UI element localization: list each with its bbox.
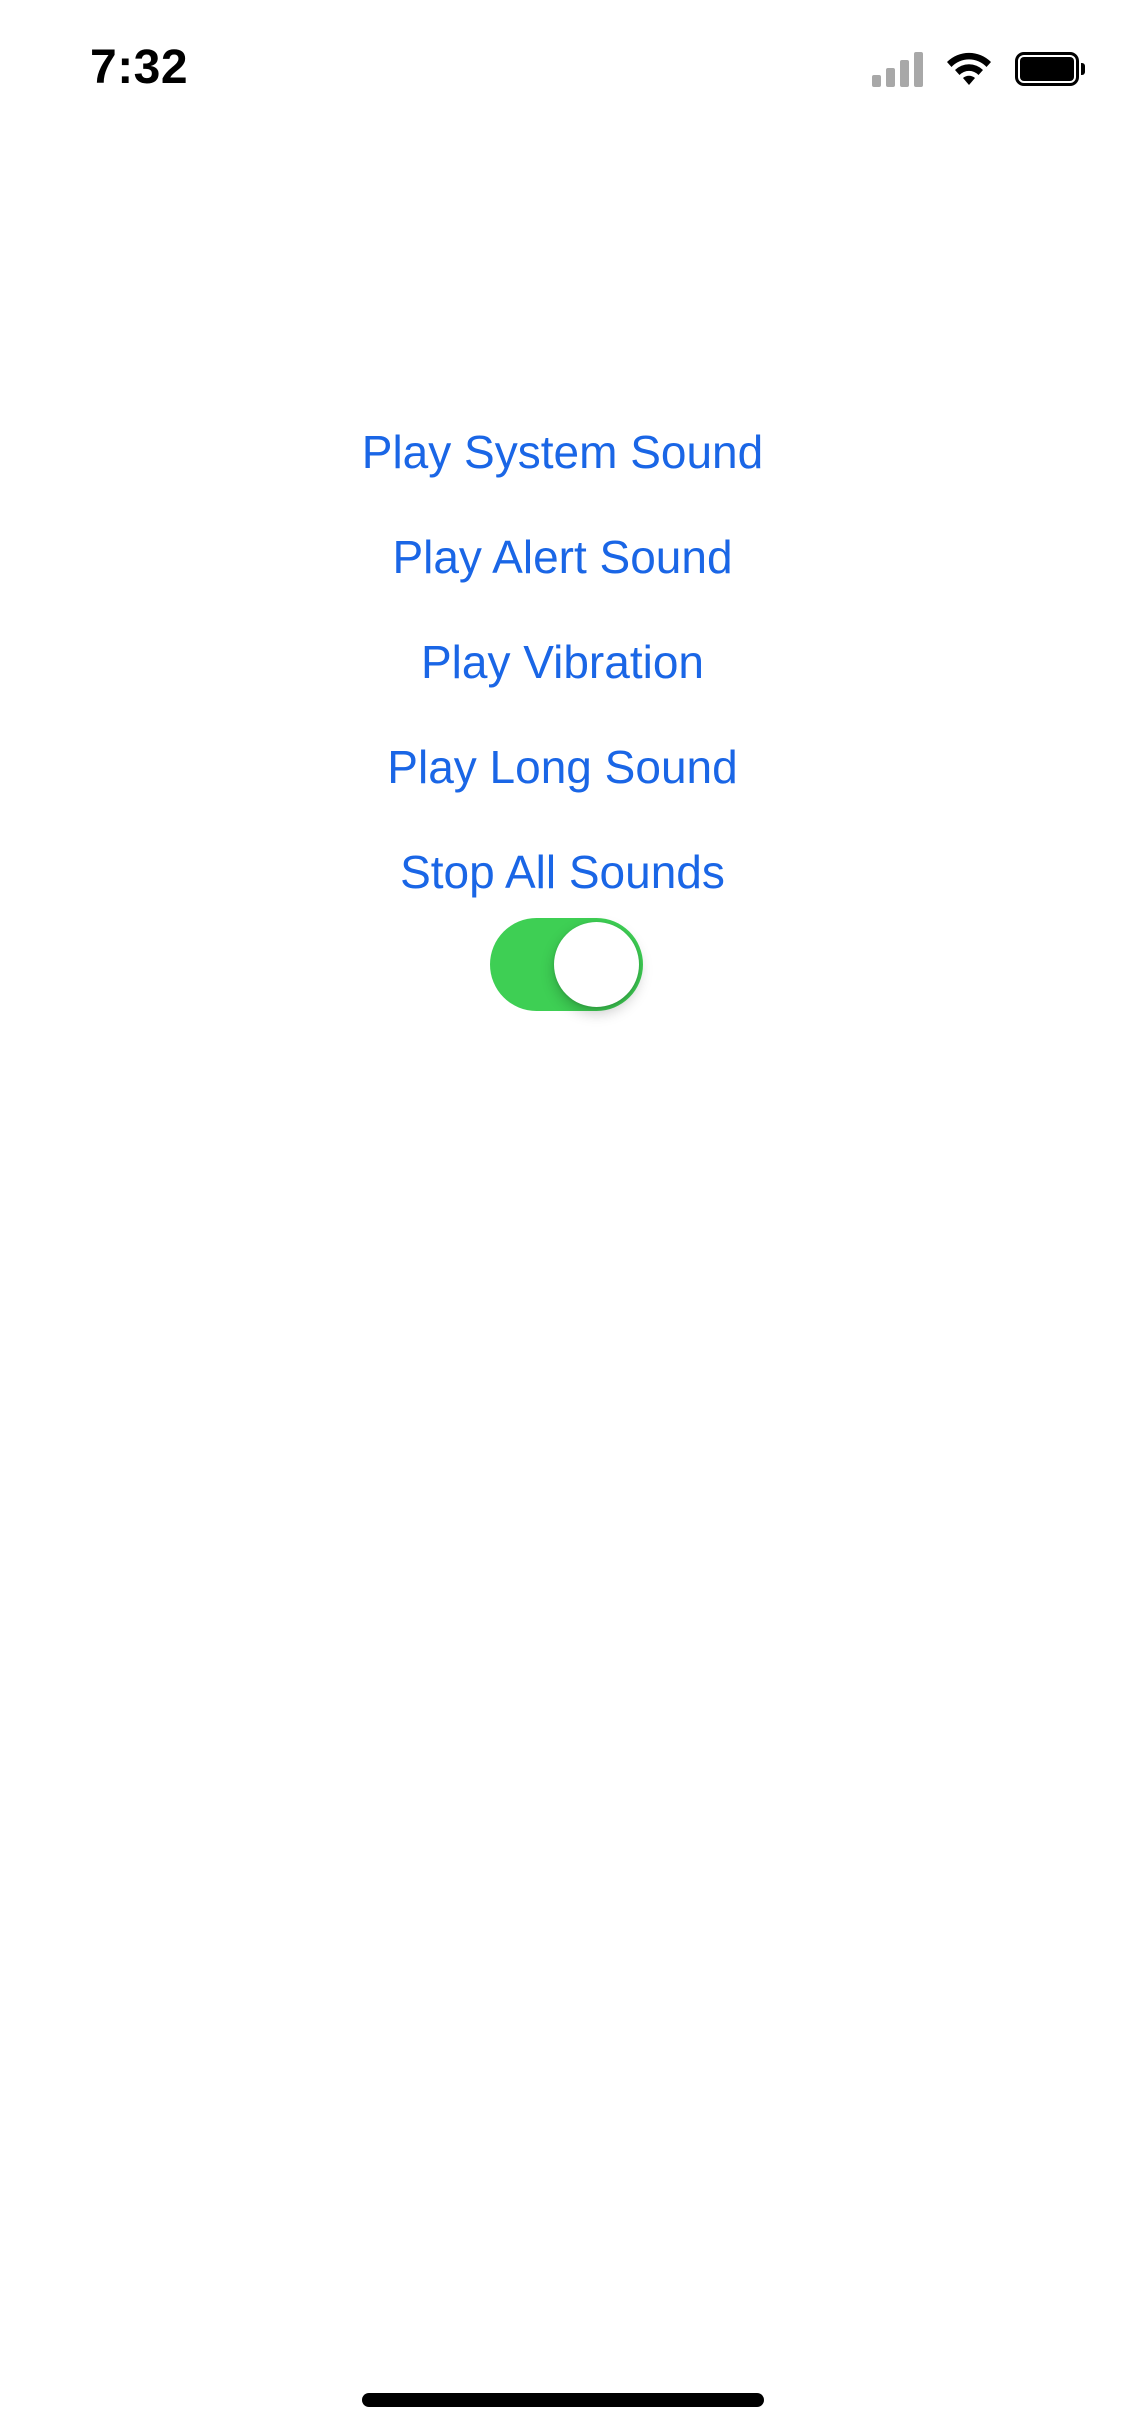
stop-all-sounds-button[interactable]: Stop All Sounds <box>263 820 863 925</box>
sound-actions: Play System Sound Play Alert Sound Play … <box>0 400 1125 925</box>
status-bar: 7:32 <box>0 0 1125 132</box>
wifi-icon <box>947 52 991 85</box>
play-alert-sound-button[interactable]: Play Alert Sound <box>263 505 863 610</box>
play-long-sound-button[interactable]: Play Long Sound <box>263 715 863 820</box>
cellular-signal-icon <box>872 51 923 87</box>
status-icons <box>872 48 1085 90</box>
play-system-sound-button[interactable]: Play System Sound <box>263 400 863 505</box>
sound-toggle-switch[interactable] <box>490 918 643 1011</box>
play-vibration-button[interactable]: Play Vibration <box>263 610 863 715</box>
battery-icon <box>1015 52 1085 86</box>
toggle-knob <box>554 922 639 1007</box>
status-time: 7:32 <box>90 41 189 94</box>
home-indicator[interactable] <box>362 2393 764 2407</box>
